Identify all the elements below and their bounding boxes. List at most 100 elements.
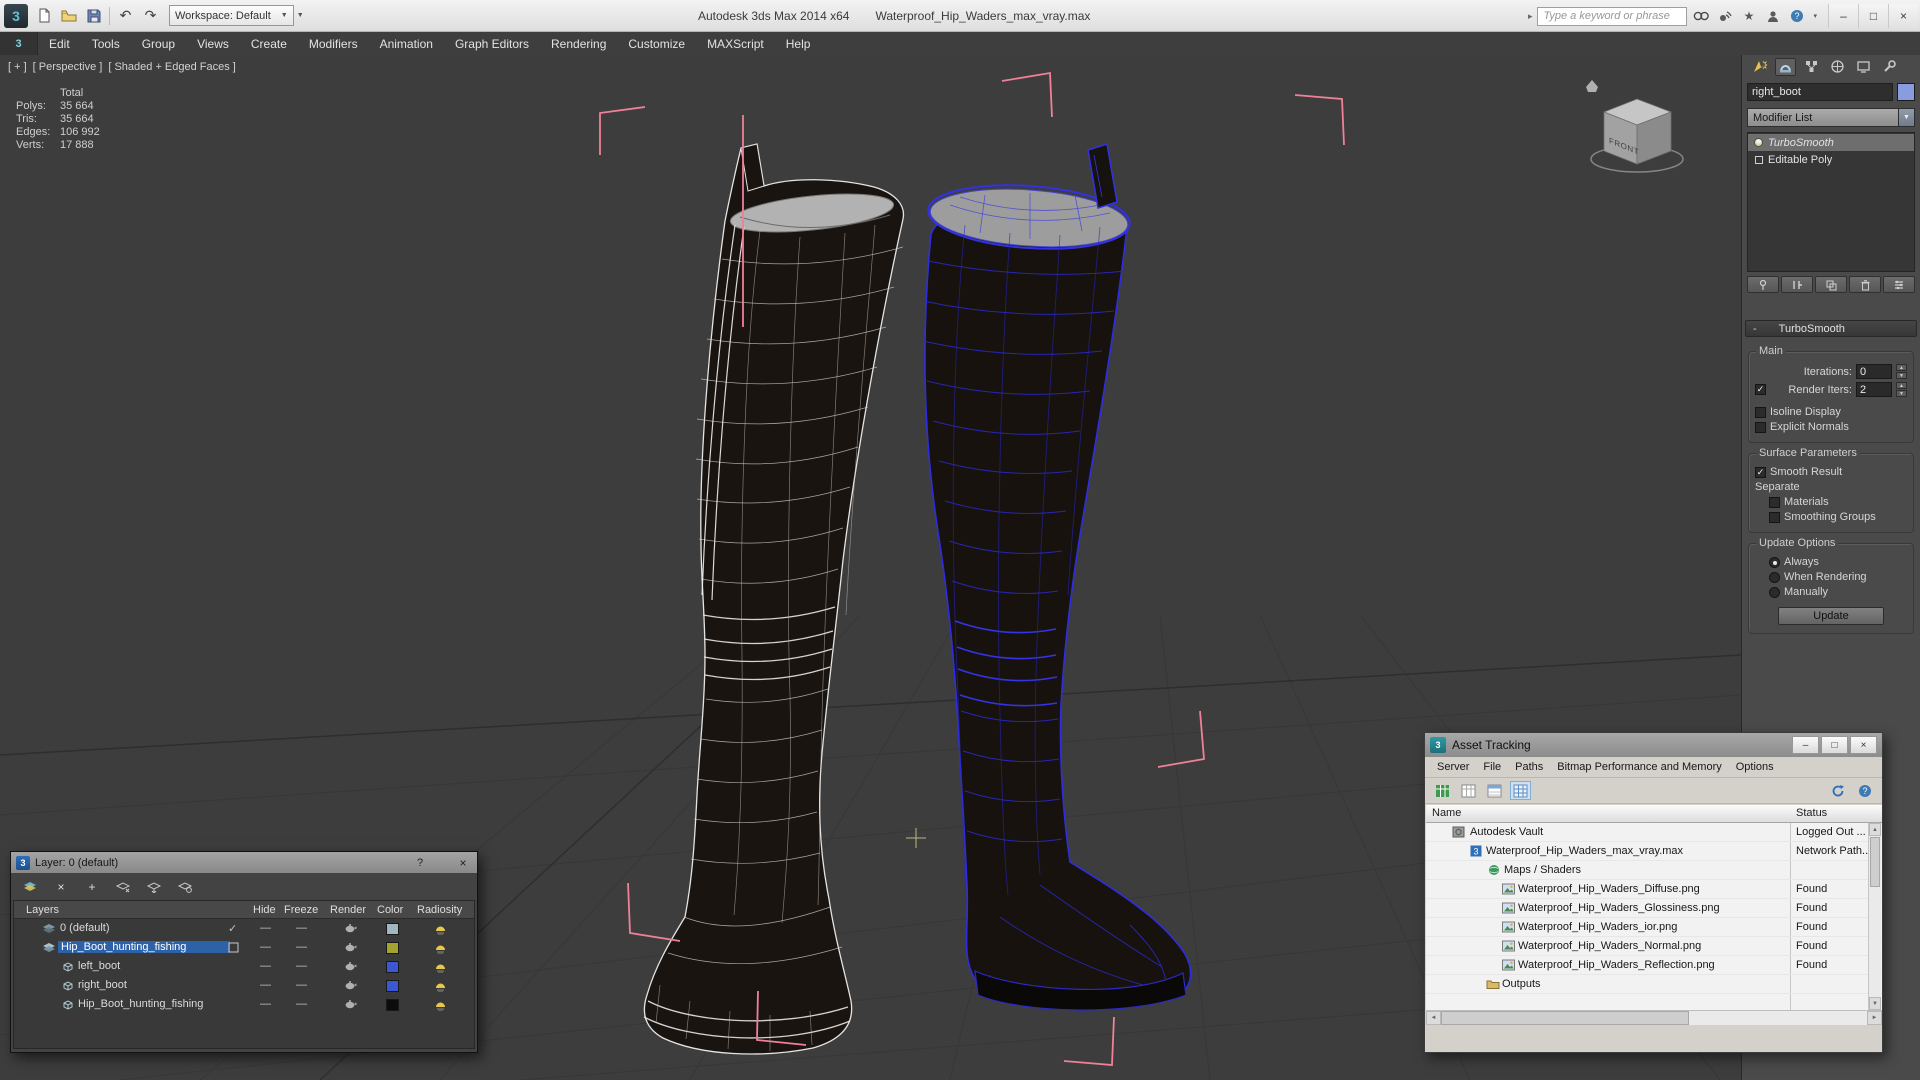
radiosity-toggle-icon[interactable]	[434, 980, 447, 992]
asset-row-outputs[interactable]: Outputs	[1426, 975, 1882, 994]
asset-row-vault[interactable]: Autodesk Vault Logged Out ...	[1426, 823, 1882, 842]
help-button[interactable]: ?	[1786, 6, 1807, 26]
scroll-track[interactable]	[1689, 1011, 1867, 1025]
workspace-selector[interactable]: Workspace: Default ▼	[169, 5, 294, 26]
refresh-button[interactable]	[1828, 781, 1849, 800]
viewport-menu-shading[interactable]: [ Shaded + Edged Faces ]	[108, 61, 236, 73]
render-toggle-icon[interactable]	[344, 980, 357, 990]
render-toggle-icon[interactable]	[344, 999, 357, 1009]
spinner-down-icon[interactable]: ▼	[1896, 390, 1907, 397]
when-rendering-radio[interactable]	[1769, 571, 1780, 583]
menu-modifiers[interactable]: Modifiers	[298, 32, 369, 55]
iterations-spinner[interactable]: ▲ ▼	[1896, 364, 1907, 379]
search-button[interactable]	[1690, 6, 1711, 26]
layer-row-default[interactable]: 0 (default) ✓ — —	[14, 919, 474, 938]
column-render[interactable]: Render	[330, 904, 366, 916]
viewcube-home-icon[interactable]	[1586, 80, 1598, 92]
modifier-enabled-icon[interactable]	[1754, 138, 1763, 147]
layer-row-left-boot[interactable]: left_boot — —	[14, 957, 474, 976]
isoline-display-checkbox[interactable]	[1755, 406, 1766, 418]
app-logo-icon[interactable]: 3	[4, 3, 28, 28]
grid-view-button[interactable]	[1510, 781, 1531, 800]
layer-dialog[interactable]: 3 Layer: 0 (default) ? × × + Layers Hide…	[10, 851, 478, 1053]
menu-tools[interactable]: Tools	[81, 32, 131, 55]
new-file-button[interactable]	[31, 4, 56, 28]
radiosity-toggle-icon[interactable]	[434, 923, 447, 935]
layer-row-right-boot[interactable]: right_boot — —	[14, 976, 474, 995]
freeze-toggle[interactable]: —	[296, 960, 307, 972]
object-color-swatch[interactable]	[386, 980, 399, 992]
menu-options[interactable]: Options	[1729, 761, 1781, 773]
object-color-swatch[interactable]	[386, 999, 399, 1011]
favorites-button[interactable]: ★	[1738, 6, 1759, 26]
modifier-list-arrow-icon[interactable]: ▼	[1898, 108, 1915, 127]
make-unique-button[interactable]	[1815, 276, 1847, 293]
asset-row-maps-shaders[interactable]: Maps / Shaders	[1426, 861, 1882, 880]
left-boot-wireframe[interactable]	[643, 143, 905, 1055]
freeze-toggle[interactable]: —	[296, 922, 307, 934]
viewcube[interactable]: FRONT	[1586, 80, 1684, 173]
layer-dialog-titlebar[interactable]: 3 Layer: 0 (default) ? ×	[11, 852, 477, 873]
menu-server[interactable]: Server	[1430, 761, 1476, 773]
render-toggle-icon[interactable]	[344, 942, 357, 952]
search-input[interactable]	[1537, 6, 1688, 26]
render-iters-checkbox[interactable]: ✓	[1755, 384, 1766, 395]
current-layer-check[interactable]: ✓	[228, 922, 237, 935]
create-new-layer-button[interactable]	[20, 878, 40, 896]
menu-customize[interactable]: Customize	[617, 32, 696, 55]
infocenter-expand-icon[interactable]: ▸	[1526, 11, 1535, 22]
always-radio[interactable]	[1769, 556, 1780, 568]
update-button[interactable]: Update	[1778, 607, 1884, 625]
menu-help[interactable]: Help	[775, 32, 822, 55]
asset-tracking-window[interactable]: 3 Asset Tracking – □ × Server File Paths…	[1424, 732, 1883, 1053]
menu-file[interactable]: File	[1476, 761, 1508, 773]
asset-row-ior-map[interactable]: Waterproof_Hip_Waders_ior.png Found	[1426, 918, 1882, 937]
application-menu-button[interactable]: 3	[0, 32, 38, 55]
layer-properties-button[interactable]	[175, 878, 195, 896]
tab-motion[interactable]	[1827, 58, 1848, 76]
delete-layer-button[interactable]: ×	[51, 878, 71, 896]
menu-edit[interactable]: Edit	[38, 32, 81, 55]
layer-note-icon[interactable]	[228, 942, 239, 953]
menu-maxscript[interactable]: MAXScript	[696, 32, 775, 55]
show-end-result-button[interactable]	[1781, 276, 1813, 293]
menu-rendering[interactable]: Rendering	[540, 32, 617, 55]
explicit-normals-checkbox[interactable]	[1755, 421, 1766, 433]
sign-in-button[interactable]	[1762, 6, 1783, 26]
tab-display[interactable]	[1853, 58, 1874, 76]
layer-name[interactable]: 0 (default)	[60, 922, 110, 934]
materials-checkbox[interactable]	[1769, 496, 1780, 508]
open-file-button[interactable]	[56, 4, 81, 28]
layer-name[interactable]: Hip_Boot_hunting_fishing	[58, 941, 230, 953]
right-boot-wireframe[interactable]	[922, 143, 1192, 1014]
tab-utilities[interactable]	[1879, 58, 1900, 76]
export-table-button[interactable]	[1432, 781, 1453, 800]
layer-dialog-help-button[interactable]: ?	[412, 857, 428, 869]
redo-button[interactable]: ↷	[138, 4, 163, 28]
asset-minimize-button[interactable]: –	[1792, 736, 1819, 754]
turbosmooth-rollout-header[interactable]: - TurboSmooth	[1745, 320, 1917, 337]
close-button[interactable]: ×	[1888, 4, 1918, 28]
tab-create[interactable]	[1749, 58, 1770, 76]
configure-modifier-sets-button[interactable]	[1883, 276, 1915, 293]
asset-table[interactable]: Name Status Autodesk Vault Logged Out ..…	[1426, 805, 1882, 1010]
viewport-menu-plus[interactable]: [ + ]	[8, 61, 27, 73]
layer-color-swatch[interactable]	[386, 942, 399, 954]
hide-toggle[interactable]: —	[260, 998, 271, 1010]
radiosity-toggle-icon[interactable]	[434, 942, 447, 954]
viewport-menu-view[interactable]: [ Perspective ]	[33, 61, 103, 73]
column-layers[interactable]: Layers	[26, 904, 59, 916]
column-freeze[interactable]: Freeze	[284, 904, 318, 916]
freeze-toggle[interactable]: —	[296, 979, 307, 991]
pin-stack-button[interactable]	[1747, 276, 1779, 293]
asset-vertical-scrollbar[interactable]: ▲ ▼	[1868, 823, 1881, 1010]
asset-tracking-titlebar[interactable]: 3 Asset Tracking – □ ×	[1425, 733, 1882, 757]
asset-row-normal-map[interactable]: Waterproof_Hip_Waders_Normal.png Found	[1426, 937, 1882, 956]
manually-radio[interactable]	[1769, 586, 1780, 598]
render-toggle-icon[interactable]	[344, 961, 357, 971]
select-layer-objects-button[interactable]	[113, 878, 133, 896]
layer-color-swatch[interactable]	[386, 923, 399, 935]
column-name[interactable]: Name	[1432, 807, 1461, 819]
spinner-down-icon[interactable]: ▼	[1896, 372, 1907, 379]
object-name[interactable]: left_boot	[78, 960, 120, 972]
